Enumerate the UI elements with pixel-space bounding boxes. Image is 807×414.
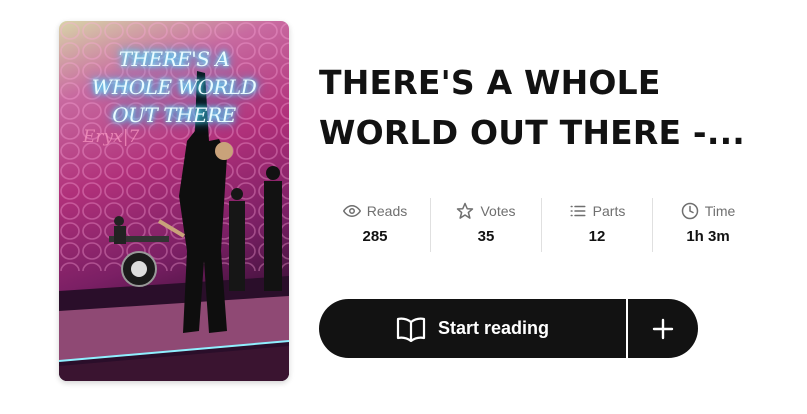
clock-icon	[681, 202, 698, 220]
start-reading-button[interactable]: Start reading	[319, 299, 626, 358]
story-actions: Start reading	[319, 299, 698, 358]
add-to-library-button[interactable]	[628, 299, 698, 358]
stat-label: Parts	[592, 203, 626, 219]
stat-label: Time	[704, 203, 736, 219]
cover-author: Eryx|7	[83, 127, 140, 147]
story-cover[interactable]: THERE'S A WHOLE WORLD OUT THERE Eryx|7	[59, 21, 289, 381]
stat-reads: Reads 285	[320, 198, 431, 252]
stat-time: Time 1h 3m	[653, 198, 763, 252]
stat-label: Reads	[366, 203, 408, 219]
eye-icon	[342, 204, 361, 218]
stat-parts: Parts 12	[542, 198, 653, 252]
list-icon	[570, 205, 586, 217]
start-reading-label: Start reading	[437, 318, 550, 338]
stat-votes: Votes 35	[431, 198, 542, 252]
stat-value: 1h 3m	[686, 228, 730, 245]
plus-icon	[652, 318, 674, 339]
stat-value: 35	[477, 228, 495, 245]
book-open-icon	[396, 317, 426, 342]
stat-value: 285	[362, 228, 388, 245]
story-stats: Reads 285 Votes 35 Parts 12 Time 1h 3m	[320, 198, 763, 252]
stat-value: 12	[588, 228, 606, 245]
star-icon	[457, 202, 474, 219]
stat-label: Votes	[480, 203, 516, 219]
cover-title: THERE'S A WHOLE WORLD OUT THERE	[91, 47, 257, 127]
story-title: THERE'S A WHOLE WORLD OUT THERE -...	[319, 63, 746, 152]
